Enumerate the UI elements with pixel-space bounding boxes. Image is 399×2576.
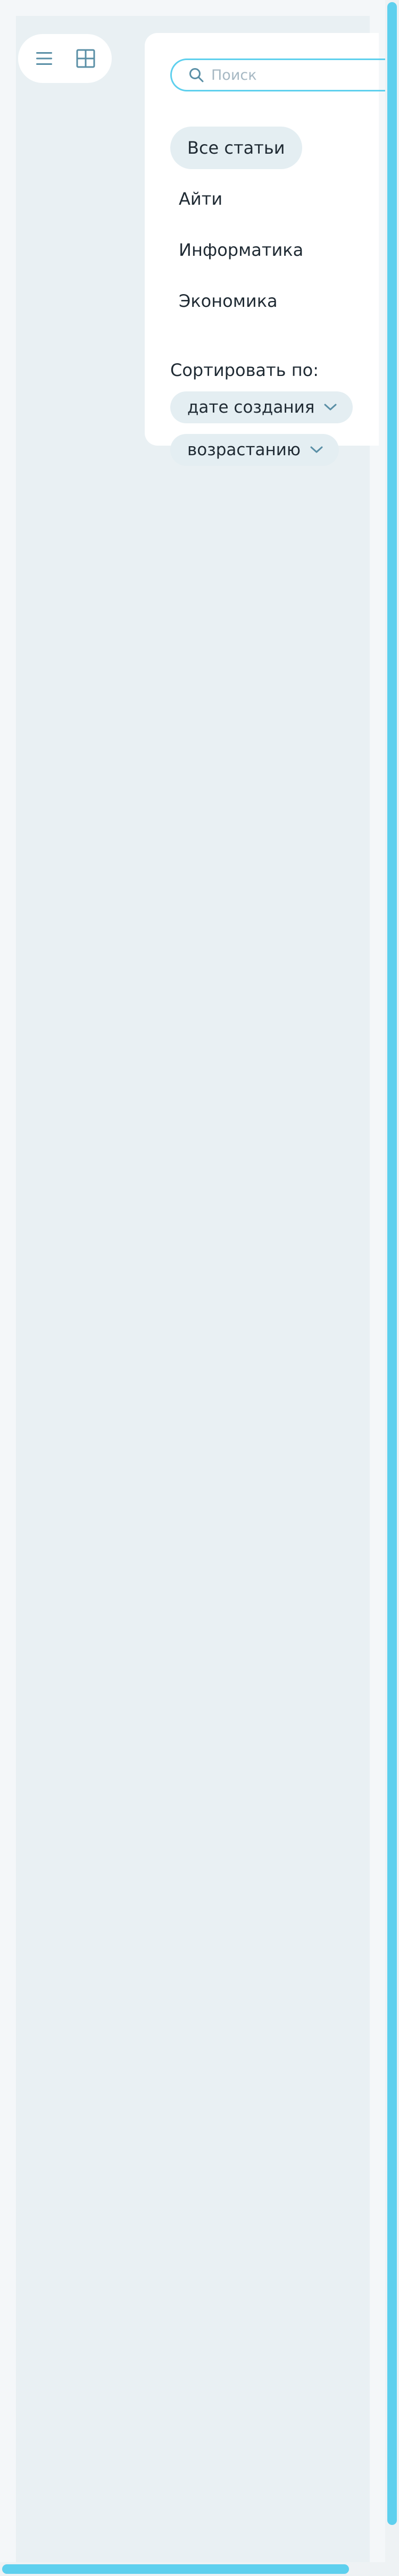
- grid-icon: [76, 49, 95, 68]
- view-toggle: [18, 34, 112, 83]
- chevron-down-icon: [310, 446, 323, 454]
- search-box: [170, 58, 394, 91]
- category-it[interactable]: Айти: [170, 178, 231, 220]
- sort-label: Сортировать по:: [170, 360, 319, 380]
- sort-order-dropdown[interactable]: возрастанию: [170, 434, 339, 466]
- grid-view-button[interactable]: [76, 48, 96, 69]
- horizontal-scrollbar[interactable]: [0, 2562, 385, 2576]
- vertical-scrollbar[interactable]: [385, 0, 399, 2576]
- filter-panel: Все статьи Айти Информатика Экономика Со…: [145, 33, 394, 466]
- sort-order-value: возрастанию: [187, 440, 301, 459]
- category-informatics[interactable]: Информатика: [170, 229, 312, 271]
- vertical-scrollbar-thumb[interactable]: [387, 2, 397, 2525]
- search-icon: [188, 66, 205, 83]
- horizontal-scrollbar-thumb[interactable]: [2, 2564, 349, 2574]
- search-input[interactable]: [211, 66, 371, 83]
- list-view-button[interactable]: [34, 48, 54, 69]
- category-economics[interactable]: Экономика: [170, 280, 286, 322]
- menu-icon: [36, 52, 52, 65]
- category-all-articles[interactable]: Все статьи: [170, 127, 302, 169]
- chevron-down-icon: [324, 404, 337, 411]
- sort-field-value: дате создания: [187, 398, 315, 417]
- sort-field-dropdown[interactable]: дате создания: [170, 391, 353, 423]
